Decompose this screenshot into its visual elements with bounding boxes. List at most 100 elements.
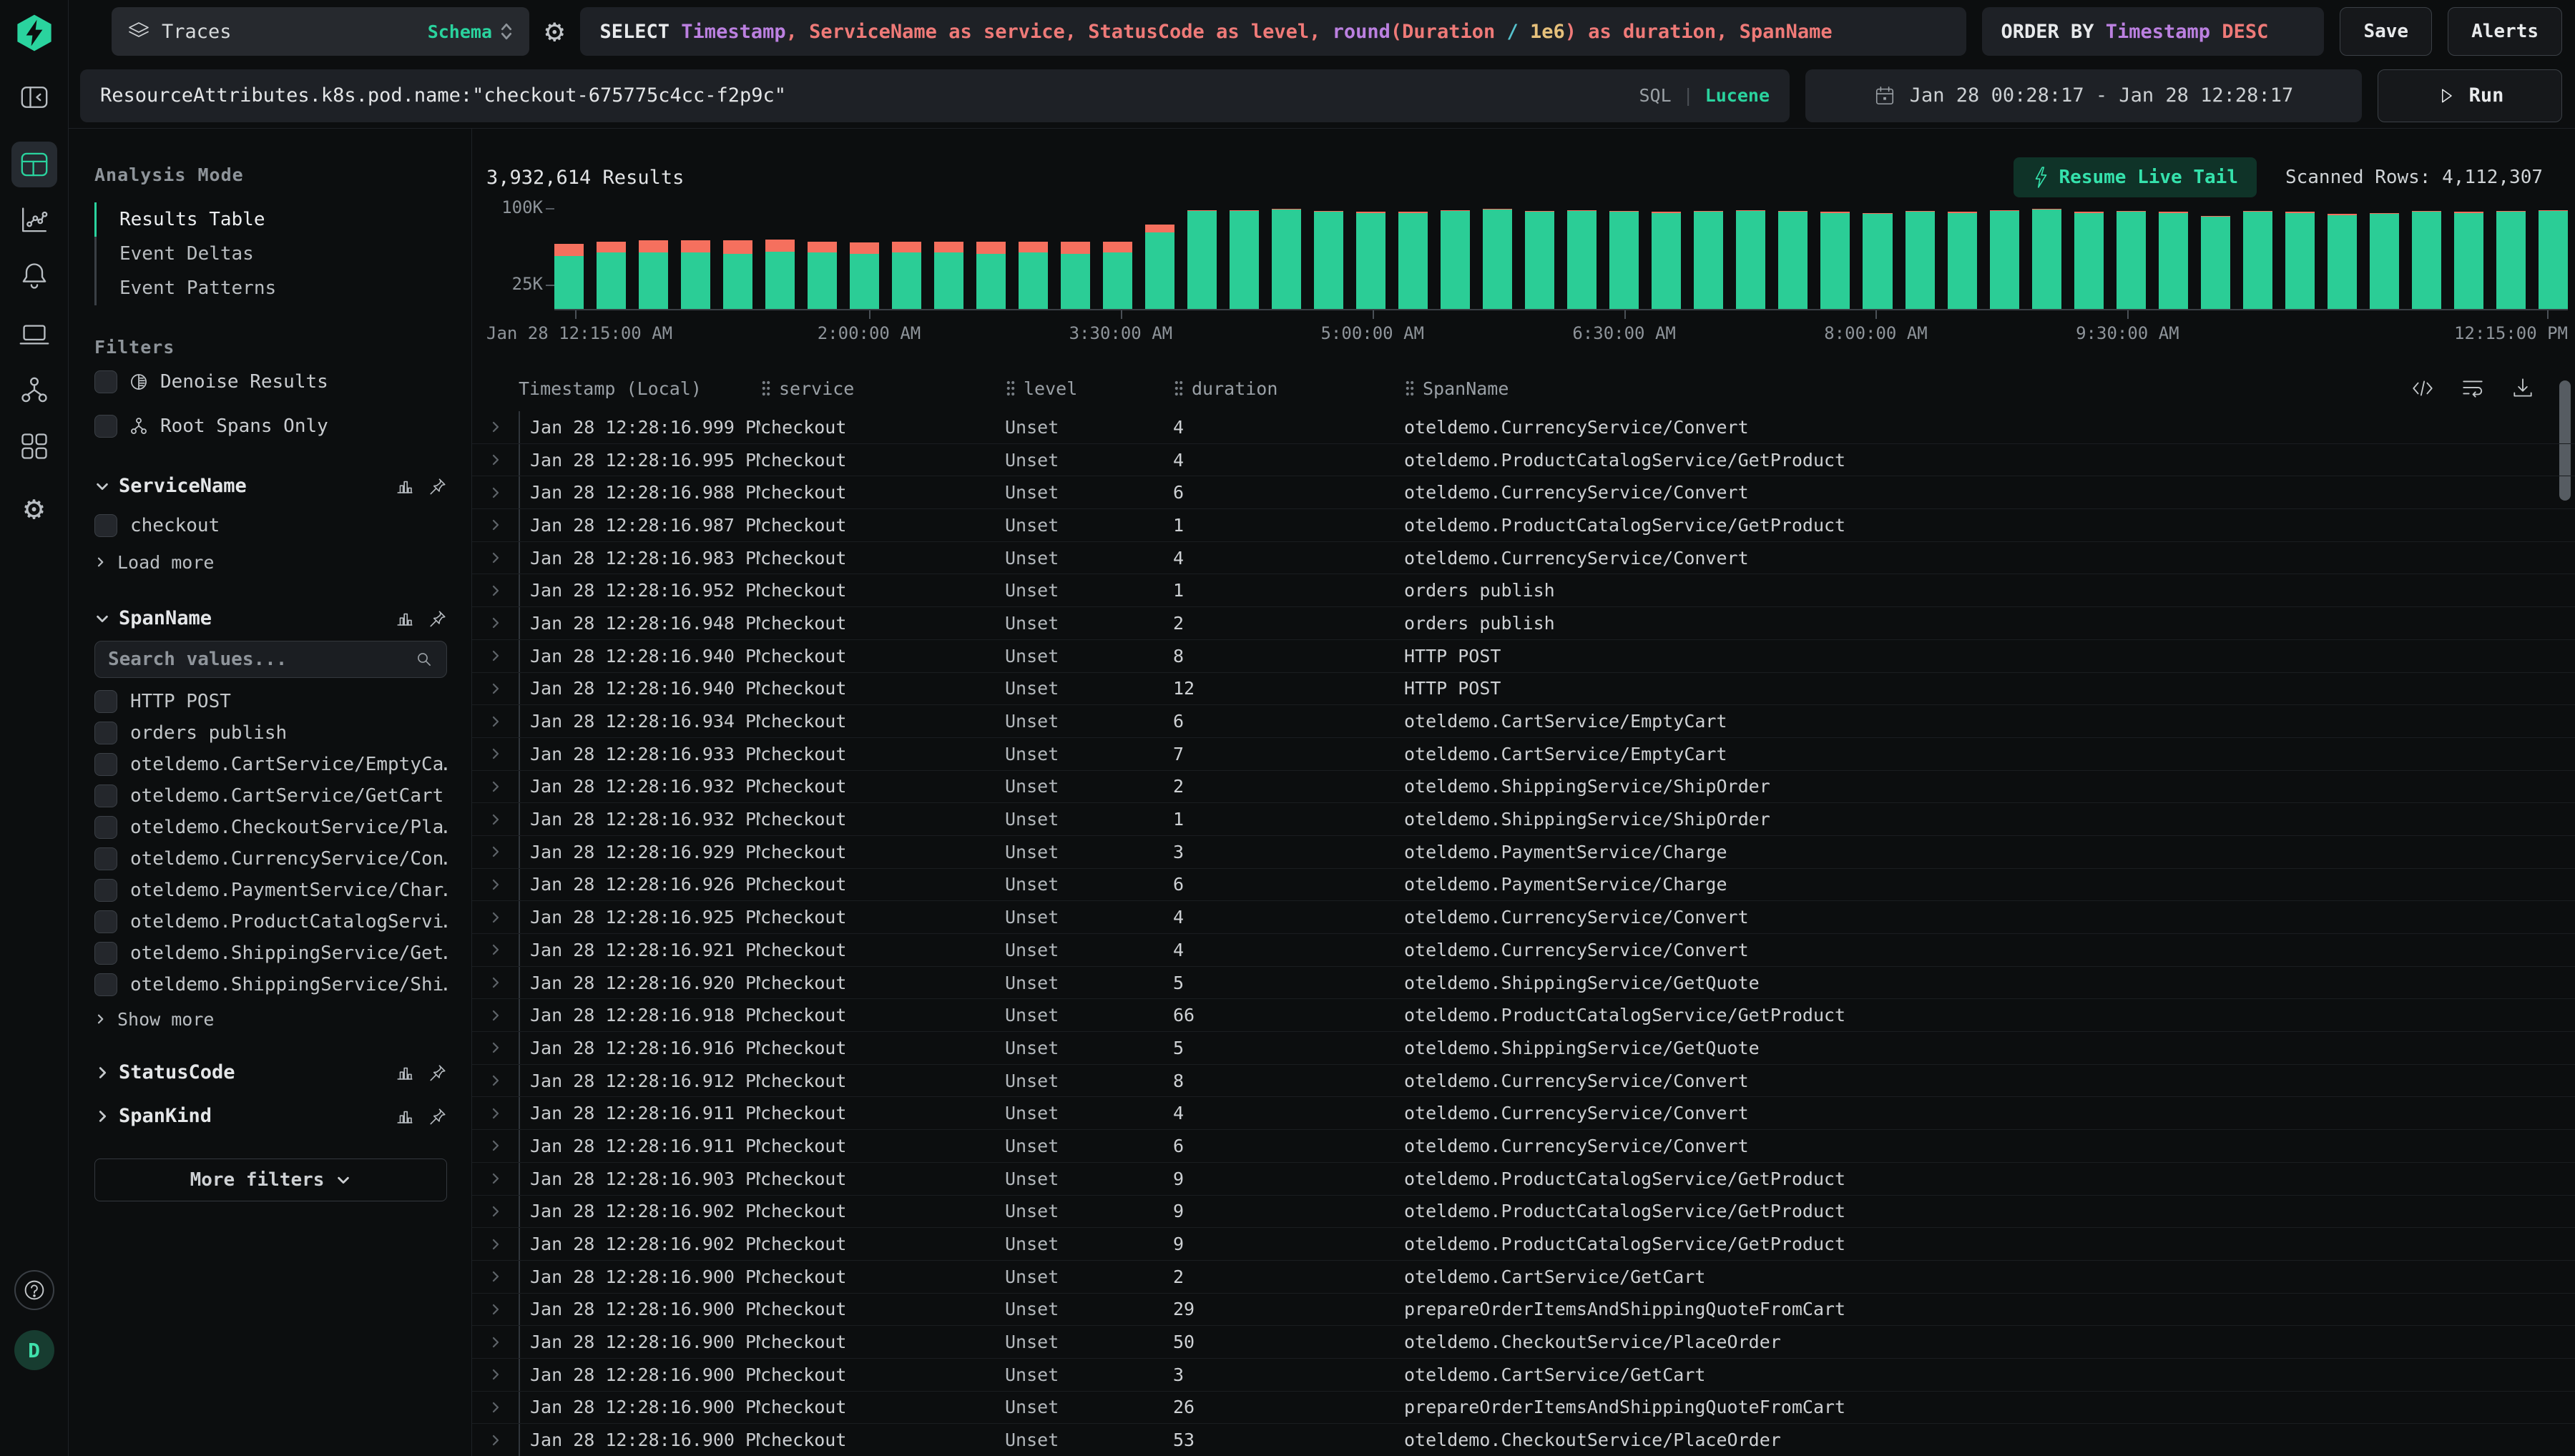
col-timestamp[interactable]: Timestamp (Local) [519,378,760,399]
expand-row-chevron[interactable] [472,640,519,672]
checkbox[interactable] [94,415,117,438]
expand-row-chevron[interactable] [472,705,519,737]
expand-row-chevron[interactable] [472,967,519,999]
table-row[interactable]: Jan 28 12:28:16.983 PMcheckoutUnset4otel… [472,542,2575,575]
expand-row-chevron[interactable] [472,1065,519,1097]
table-row[interactable]: Jan 28 12:28:16.900 PMcheckoutUnset26pre… [472,1392,2575,1425]
chart-bar[interactable] [850,242,879,309]
chart-bar[interactable] [1736,210,1765,309]
table-row[interactable]: Jan 28 12:28:16.934 PMcheckoutUnset6otel… [472,705,2575,738]
expand-row-chevron[interactable] [472,476,519,508]
download-icon[interactable] [2511,376,2535,400]
col-level[interactable]: level [1005,378,1173,399]
checkbox[interactable] [94,910,117,933]
chart-bar[interactable] [1778,211,1808,309]
table-row[interactable]: Jan 28 12:28:16.900 PMcheckoutUnset29pre… [472,1294,2575,1327]
save-button[interactable]: Save [2340,7,2432,56]
results-table-icon[interactable] [11,142,57,187]
mode-event-patterns[interactable]: Event Patterns [94,271,447,305]
chart-bar[interactable] [1441,210,1470,309]
chart-bar[interactable] [1061,242,1090,309]
expand-row-chevron[interactable] [472,934,519,966]
chart-bar[interactable] [1525,211,1554,309]
chart-bar[interactable] [2370,213,2399,309]
expand-row-chevron[interactable] [472,411,519,443]
table-row[interactable]: Jan 28 12:28:16.921 PMcheckoutUnset4otel… [472,934,2575,967]
table-row[interactable]: Jan 28 12:28:16.918 PMcheckoutUnset66ote… [472,999,2575,1032]
expand-row-chevron[interactable] [472,803,519,835]
drag-handle-icon[interactable] [760,379,772,398]
checkbox[interactable] [94,753,117,776]
expand-row-chevron[interactable] [472,999,519,1031]
chart-bar[interactable] [1990,210,2019,309]
chart-bar[interactable] [2159,212,2188,309]
facet-value[interactable]: HTTP POST [94,687,447,717]
checkbox[interactable] [94,879,117,902]
chart-bar[interactable] [1820,212,1850,309]
facet-value[interactable]: checkout [94,508,447,543]
chart-bar[interactable] [1906,211,1935,309]
facet-value[interactable]: oteldemo.CheckoutService/Pla… [94,812,447,842]
lucene-toggle[interactable]: Lucene [1705,85,1770,106]
chart-bar[interactable] [1187,210,1217,309]
table-row[interactable]: Jan 28 12:28:16.925 PMcheckoutUnset4otel… [472,901,2575,934]
chart-bar[interactable] [2074,212,2104,309]
table-row[interactable]: Jan 28 12:28:16.916 PMcheckoutUnset5otel… [472,1032,2575,1065]
facet-spanname-header[interactable]: SpanName [94,607,447,629]
search-input[interactable]: ResourceAttributes.k8s.pod.name:"checkou… [80,69,1790,122]
chart-bar[interactable] [1145,225,1174,309]
facet-servicename-header[interactable]: ServiceName [94,475,447,497]
alerts-bell-icon[interactable] [11,253,57,299]
expand-row-chevron[interactable] [472,574,519,606]
chart-bar[interactable] [2032,209,2061,309]
source-settings-gear-icon[interactable]: ⚙ [545,16,564,47]
facet-value[interactable]: oteldemo.ShippingService/Shi… [94,970,447,1000]
chart-bar[interactable] [2328,214,2357,309]
expand-row-chevron[interactable] [472,1392,519,1424]
chart-bar[interactable] [2454,212,2483,309]
expand-row-chevron[interactable] [472,607,519,639]
run-button[interactable]: Run [2378,69,2562,122]
expand-row-chevron[interactable] [472,738,519,770]
expand-row-chevron[interactable] [472,1097,519,1129]
chart-bar[interactable] [1272,209,1301,309]
chart-bar[interactable] [2243,211,2272,309]
table-row[interactable]: Jan 28 12:28:16.995 PMcheckoutUnset4otel… [472,444,2575,477]
facet-spankind-header[interactable]: SpanKind [94,1105,447,1127]
table-row[interactable]: Jan 28 12:28:16.900 PMcheckoutUnset53ote… [472,1424,2575,1456]
facet-chart-icon[interactable] [396,609,414,628]
show-more-link[interactable]: Show more [94,1003,447,1036]
chart-bar[interactable] [976,242,1006,309]
checkbox[interactable] [94,942,117,965]
chart-bar[interactable] [1948,212,1977,309]
order-by-input[interactable]: ORDER BY Timestamp DESC [1982,7,2324,56]
facet-pin-icon[interactable] [428,609,447,628]
chart-bar[interactable] [2117,211,2146,309]
chart-bar[interactable] [681,240,710,309]
more-filters-button[interactable]: More filters [94,1159,447,1201]
table-row[interactable]: Jan 28 12:28:16.932 PMcheckoutUnset2otel… [472,771,2575,804]
expand-row-chevron[interactable] [472,869,519,901]
chart-bar[interactable] [1019,242,1048,309]
expand-row-chevron[interactable] [472,1228,519,1260]
chart-bar[interactable] [2539,210,2568,309]
expand-row-chevron[interactable] [472,1326,519,1358]
view-source-code-icon[interactable] [2410,376,2435,400]
expand-row-chevron[interactable] [472,542,519,574]
chart-bar[interactable] [597,242,626,309]
table-row[interactable]: Jan 28 12:28:16.952 PMcheckoutUnset1orde… [472,574,2575,607]
chart-bar[interactable] [554,244,584,309]
table-row[interactable]: Jan 28 12:28:16.911 PMcheckoutUnset6otel… [472,1130,2575,1163]
facet-chart-icon[interactable] [396,1063,414,1082]
checkbox[interactable] [94,847,117,870]
denoise-results-toggle[interactable]: Denoise Results [94,362,447,402]
chart-bar[interactable] [1609,211,1639,309]
expand-row-chevron[interactable] [472,771,519,803]
facet-value[interactable]: oteldemo.PaymentService/Char… [94,875,447,905]
table-row[interactable]: Jan 28 12:28:16.900 PMcheckoutUnset2otel… [472,1261,2575,1294]
expand-row-chevron[interactable] [472,444,519,476]
table-row[interactable]: Jan 28 12:28:16.940 PMcheckoutUnset12HTT… [472,673,2575,706]
help-icon[interactable] [14,1270,54,1310]
table-row[interactable]: Jan 28 12:28:16.926 PMcheckoutUnset6otel… [472,869,2575,902]
checkbox[interactable] [94,784,117,807]
